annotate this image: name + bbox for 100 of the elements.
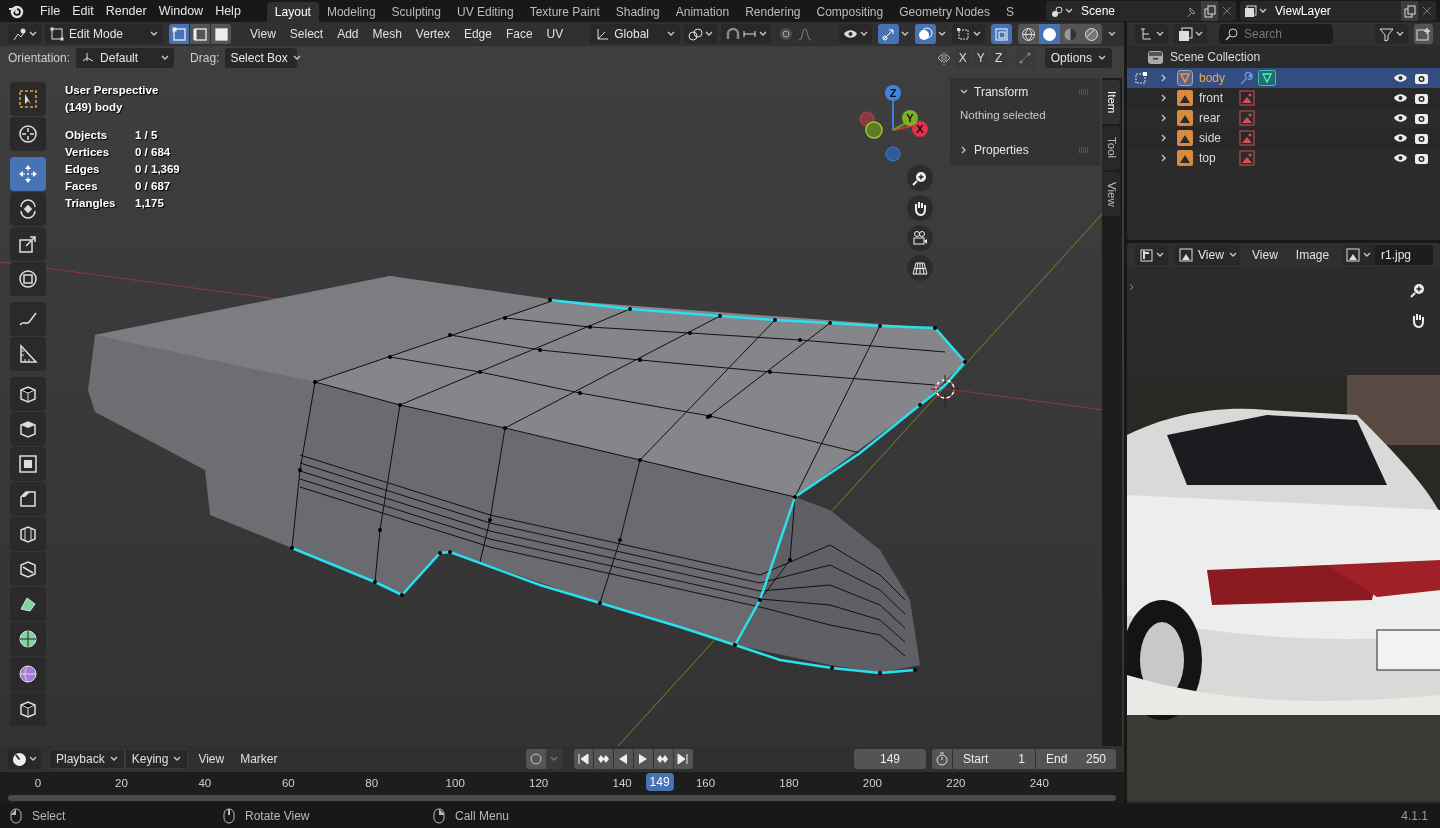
mesh-overlay-dropdown[interactable] bbox=[952, 24, 985, 44]
orientation-dropdown[interactable]: Global bbox=[590, 24, 681, 44]
wrench-icon[interactable] bbox=[1239, 70, 1254, 86]
tool-button[interactable] bbox=[10, 657, 46, 691]
menu-item[interactable]: View bbox=[192, 750, 231, 768]
sidebar-tab[interactable]: Item bbox=[1102, 80, 1120, 124]
panel-header[interactable]: Transform bbox=[952, 80, 1098, 104]
expand-chevron-icon[interactable] bbox=[1160, 94, 1168, 102]
outliner-row[interactable]: body bbox=[1127, 68, 1440, 88]
sidebar-tab[interactable]: Tool bbox=[1102, 126, 1120, 170]
start-frame-field[interactable]: Start 1 bbox=[953, 749, 1035, 769]
falloff-curve-icon[interactable] bbox=[798, 26, 814, 42]
negative-x-handle[interactable] bbox=[859, 111, 875, 127]
tool-button[interactable] bbox=[10, 227, 46, 261]
object-name[interactable]: side bbox=[1199, 129, 1239, 147]
image-name-field[interactable]: r1.jpg bbox=[1375, 245, 1433, 265]
axis-handle[interactable]: Y bbox=[902, 110, 918, 126]
select-mode-button[interactable] bbox=[190, 24, 210, 44]
axis-handle[interactable]: Z bbox=[885, 85, 901, 101]
material-shading-icon[interactable] bbox=[1063, 26, 1078, 42]
tool-button[interactable] bbox=[10, 622, 46, 656]
panel-header[interactable]: Properties bbox=[952, 138, 1098, 163]
camera-icon[interactable] bbox=[1414, 91, 1429, 105]
menu-item[interactable]: Render bbox=[99, 1, 153, 21]
object-name[interactable]: front bbox=[1199, 89, 1239, 107]
mesh-data-icon[interactable] bbox=[1258, 70, 1276, 86]
menu-item[interactable]: Help bbox=[209, 1, 247, 21]
timeline-scrollbar[interactable] bbox=[8, 795, 1116, 801]
previous-keyframe-button[interactable] bbox=[593, 749, 613, 769]
object-name[interactable]: rear bbox=[1199, 109, 1239, 127]
workspace-tab[interactable]: Rendering bbox=[737, 2, 809, 22]
record-icon[interactable] bbox=[529, 753, 542, 765]
filter-dropdown[interactable] bbox=[1375, 24, 1408, 44]
select-mode-button[interactable] bbox=[169, 24, 189, 44]
overlays-icon[interactable] bbox=[918, 26, 933, 42]
chevron-icon[interactable] bbox=[960, 88, 968, 96]
end-frame-field[interactable]: End 250 bbox=[1036, 749, 1116, 769]
menu-dropdown[interactable]: Playback bbox=[49, 749, 125, 769]
image-data-icon[interactable] bbox=[1239, 90, 1255, 106]
close-icon[interactable] bbox=[1421, 5, 1433, 17]
editor-type-dropdown[interactable] bbox=[1135, 245, 1168, 265]
workspace-tab[interactable]: Layout bbox=[266, 2, 319, 22]
tool-button[interactable] bbox=[10, 692, 46, 726]
object-name[interactable]: top bbox=[1199, 149, 1239, 167]
close-icon[interactable] bbox=[1221, 5, 1233, 17]
playhead[interactable]: 149 bbox=[645, 773, 674, 791]
xray-icon[interactable] bbox=[994, 26, 1009, 42]
new-collection-icon[interactable] bbox=[1416, 26, 1431, 42]
camera-icon[interactable] bbox=[1414, 131, 1429, 145]
eye-icon[interactable] bbox=[1393, 131, 1408, 145]
workspace-tab[interactable]: Texture Paint bbox=[521, 2, 608, 22]
scene-selector[interactable]: Scene bbox=[1046, 1, 1236, 21]
play-button[interactable] bbox=[633, 749, 653, 769]
image-data-icon[interactable] bbox=[1239, 130, 1255, 146]
camera-icon[interactable] bbox=[1414, 111, 1429, 125]
mode-dropdown[interactable]: Edit Mode bbox=[45, 24, 163, 44]
current-frame-field[interactable]: 149 bbox=[854, 749, 926, 769]
menu-item[interactable]: Vertex bbox=[408, 25, 457, 43]
menu-item[interactable]: Image bbox=[1289, 246, 1336, 264]
jump-end-button[interactable] bbox=[673, 749, 693, 769]
jump-start-button[interactable] bbox=[573, 749, 593, 769]
tool-button[interactable] bbox=[10, 302, 46, 336]
axis-handle[interactable]: X bbox=[912, 121, 928, 137]
workspace-tab[interactable]: S bbox=[997, 2, 1022, 22]
rendered-shading-icon[interactable] bbox=[1084, 26, 1099, 42]
drag-dropdown[interactable]: Select Box bbox=[225, 48, 298, 68]
tool-button[interactable] bbox=[10, 117, 46, 151]
image-browse-dropdown[interactable] bbox=[1342, 245, 1375, 265]
stopwatch-icon[interactable] bbox=[935, 752, 949, 766]
copy-icon[interactable] bbox=[1203, 4, 1216, 18]
tool-button[interactable] bbox=[10, 447, 46, 481]
tool-button[interactable] bbox=[10, 377, 46, 411]
image-data-icon[interactable] bbox=[1239, 110, 1255, 126]
workspace-tab[interactable]: Animation bbox=[667, 2, 738, 22]
snap-icon[interactable] bbox=[725, 26, 741, 42]
options-dropdown[interactable]: Options bbox=[1044, 48, 1112, 68]
eye-icon[interactable] bbox=[1393, 111, 1408, 125]
image-data-icon[interactable] bbox=[1239, 150, 1255, 166]
menu-item[interactable]: Add bbox=[330, 25, 366, 43]
tool-button[interactable] bbox=[10, 192, 46, 226]
select-mode-button[interactable] bbox=[211, 24, 231, 44]
menu-item[interactable]: Face bbox=[498, 25, 540, 43]
menu-item[interactable]: Edge bbox=[456, 25, 499, 43]
eye-icon[interactable] bbox=[1393, 151, 1408, 165]
object-name[interactable]: body bbox=[1199, 69, 1239, 87]
next-keyframe-button[interactable] bbox=[653, 749, 673, 769]
camera-icon[interactable] bbox=[1414, 71, 1429, 85]
tool-button[interactable] bbox=[10, 157, 46, 191]
tool-button[interactable] bbox=[10, 82, 46, 116]
menu-item[interactable]: Edit bbox=[66, 1, 100, 21]
tool-button[interactable] bbox=[10, 587, 46, 621]
workspace-tab[interactable]: Geometry Nodes bbox=[891, 2, 998, 22]
menu-item[interactable]: File bbox=[33, 1, 67, 21]
solid-shading-icon[interactable] bbox=[1042, 26, 1057, 42]
search-field[interactable]: Search bbox=[1219, 24, 1333, 44]
workspace-tab[interactable]: Shading bbox=[607, 2, 668, 22]
tool-button[interactable] bbox=[10, 262, 46, 296]
menu-item[interactable]: Select bbox=[282, 25, 331, 43]
tool-button[interactable] bbox=[10, 482, 46, 516]
proportional-edit-icon[interactable] bbox=[779, 26, 795, 42]
